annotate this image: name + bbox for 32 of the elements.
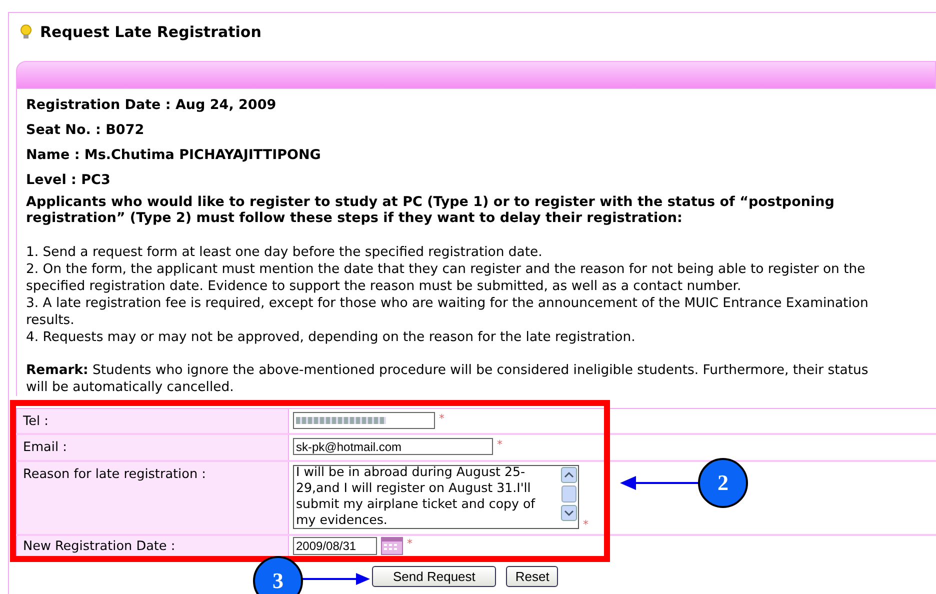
arrow-icon <box>300 572 370 586</box>
field-label: Tel : <box>16 409 289 433</box>
info-line: Registration Date : Aug 24, 2009 <box>26 96 278 115</box>
remark-text: Remark: Students who ignore the above-mentioned procedure will be considered ineligible students. Furthermore, their status will be automatically cancelled. <box>26 362 870 396</box>
required-mark: * <box>407 537 412 550</box>
field-label: Reason for late registration : <box>16 462 289 534</box>
step-text: 2. On the form, the applicant must mention the date that they can register and the reason for not being able to register on the specified registration date. Evidence to support the reason must be submitted, as well as a contact number. <box>26 261 866 295</box>
intro-text: Applicants who would like to register to study at PC (Type 1) or to register with the status of “postponing registration” (Type 2) must follow these steps if they want to delay their registration: <box>26 194 836 226</box>
info-line: Level : PC3 <box>26 171 112 190</box>
callout-number: 2 <box>698 458 748 508</box>
required-mark: * <box>439 412 444 425</box>
form-button[interactable]: Send Request <box>372 566 496 587</box>
arrow-icon <box>620 475 700 491</box>
field-label: New Registration Date : <box>16 536 289 557</box>
lightbulb-icon <box>20 24 32 40</box>
required-mark: * <box>583 518 588 531</box>
field-label: Email : <box>16 435 289 460</box>
date-field[interactable]: 2009/08/31 <box>293 537 377 555</box>
scrollbar-drawing <box>561 467 577 521</box>
page-title: Request Late Registration <box>40 23 262 41</box>
input-field[interactable] <box>293 412 435 429</box>
text-area[interactable]: I will be in abroad during August 25-29,and I will register on August 31.I'll submit my airplane ticket and copy of my evidences. <box>293 465 579 529</box>
info-line: Seat No. : B072 <box>26 121 146 140</box>
step-text: 3. A late registration fee is required, except for those who are waiting for the announcement of the MUIC Entrance Examination results. <box>26 295 870 329</box>
required-mark: * <box>497 438 502 451</box>
callout-number: 3 <box>253 556 303 594</box>
info-line: Name : Ms.Chutima PICHAYAJITTIPONG <box>26 146 322 165</box>
step-text: 4. Requests may or may not be approved, depending on the reason for the late registration. <box>26 329 636 346</box>
calendar-icon[interactable] <box>381 537 403 555</box>
step-text: 1. Send a request form at least one day before the specified registration date. <box>26 244 544 261</box>
form-button[interactable]: Reset <box>506 566 558 587</box>
input-field[interactable]: sk-pk@hotmail.com <box>293 438 493 455</box>
